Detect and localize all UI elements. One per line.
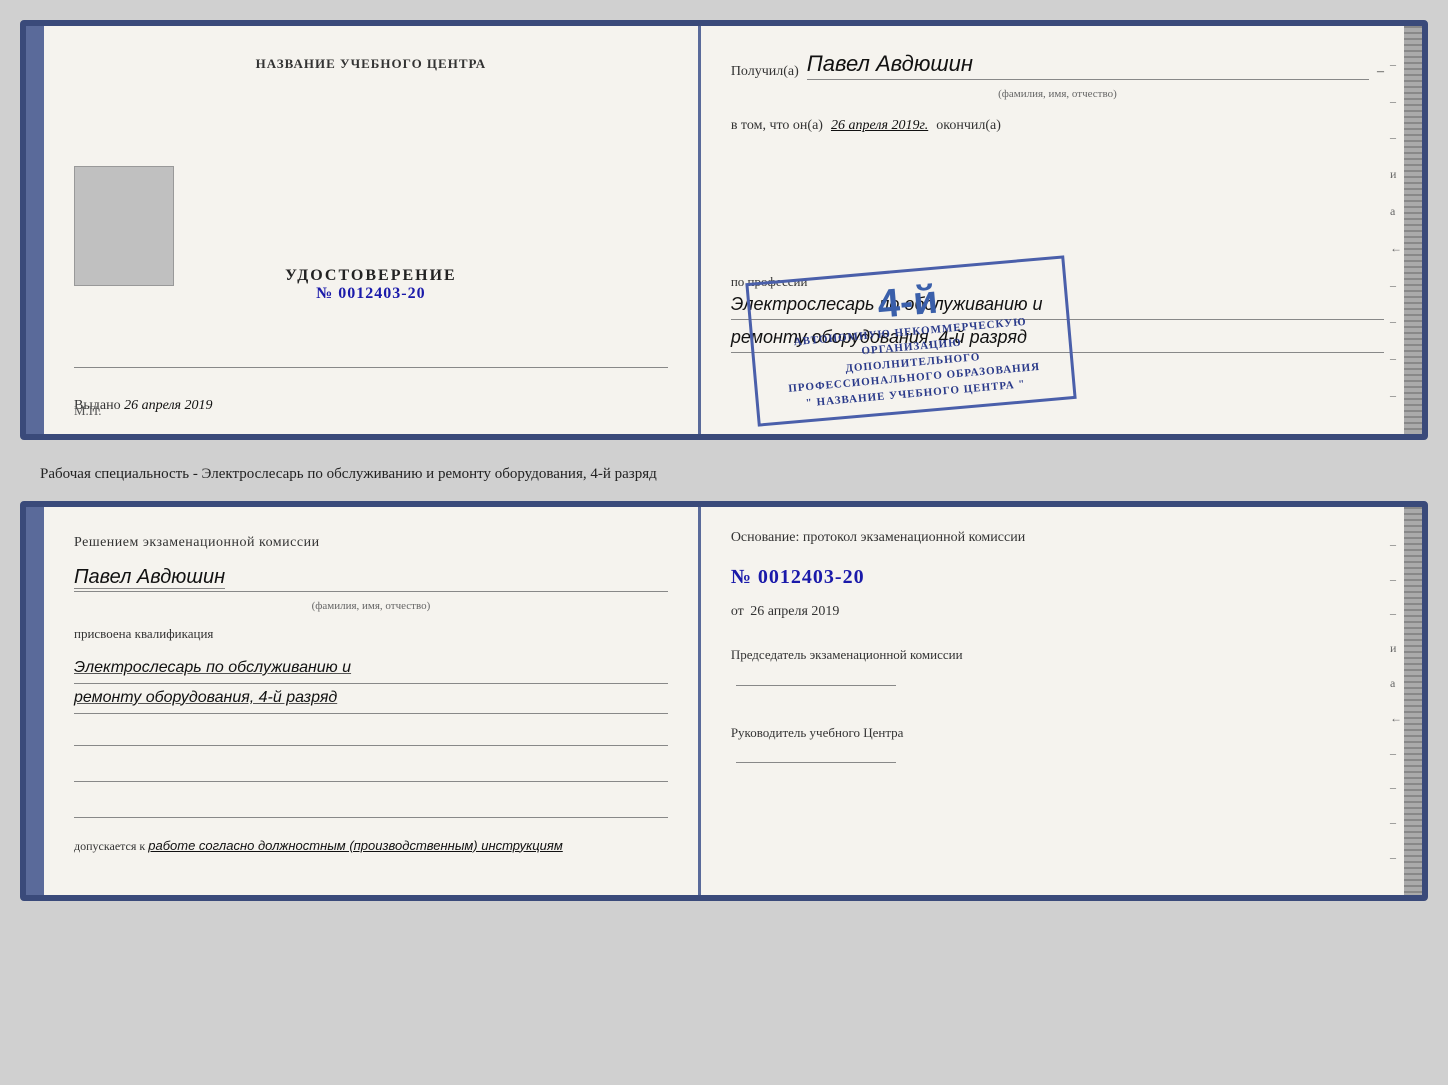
- name-subtitle-top: (фамилия, имя, отчество): [731, 88, 1384, 100]
- recipient-name: Павел Авдюшин: [807, 51, 973, 76]
- in-that-label: в том, что он(а): [731, 118, 823, 134]
- finished-label: окончил(а): [936, 118, 1001, 134]
- protocol-date: от 26 апреля 2019: [731, 604, 1384, 620]
- commission-text: Решением экзаменационной комиссии: [74, 532, 668, 553]
- bottom-name-subtitle: (фамилия, имя, отчество): [74, 600, 668, 612]
- middle-label: Рабочая специальность - Электрослесарь п…: [20, 458, 1428, 483]
- photo-placeholder: [74, 166, 174, 286]
- bottom-left-page: Решением экзаменационной комиссии Павел …: [44, 507, 701, 895]
- top-doc-spine: [26, 26, 44, 434]
- director-section: Руководитель учебного Центра: [731, 723, 1384, 771]
- director-label: Руководитель учебного Центра: [731, 723, 1384, 744]
- stamp-box: 4-й АВТОНОМНУЮ НЕКОММЕРЧЕСКУЮ ОРГАНИЗАЦИ…: [745, 255, 1076, 426]
- mp-label: М.П.: [74, 403, 101, 419]
- protocol-number: № 0012403-20: [731, 566, 1384, 589]
- date-prefix: от: [731, 604, 744, 619]
- director-sig-line: [736, 743, 896, 763]
- finished-date: 26 апреля 2019г.: [831, 118, 928, 134]
- bottom-person-name: Павел Авдюшин: [74, 566, 225, 589]
- qual-line1: Электрослесарь по обслуживанию и: [74, 654, 668, 684]
- bottom-doc-spine: [26, 507, 44, 895]
- allowed-section: допускается к работе согласно должностны…: [74, 838, 668, 854]
- blank-line-1: [74, 726, 668, 746]
- top-left-page: НАЗВАНИЕ УЧЕБНОГО ЦЕНТРА УДОСТОВЕРЕНИЕ №…: [44, 26, 701, 434]
- bottom-document: Решением экзаменационной комиссии Павел …: [20, 501, 1428, 901]
- chairman-section: Председатель экзаменационной комиссии: [731, 645, 1384, 693]
- bottom-right-marks: – – – и а ← – – – –: [1390, 507, 1402, 895]
- allowed-text: работе согласно должностным (производств…: [148, 838, 563, 853]
- cert-issued: Выдано 26 апреля 2019: [74, 398, 668, 414]
- blank-line-3: [74, 798, 668, 818]
- qual-line2: ремонту оборудования, 4-й разряд: [74, 684, 668, 714]
- basis-label: Основание: протокол экзаменационной коми…: [731, 527, 1384, 548]
- top-doc-right-spine: [1404, 26, 1422, 434]
- chairman-label: Председатель экзаменационной комиссии: [731, 645, 1384, 666]
- right-marks-top: – – – и а ← – – – –: [1390, 26, 1402, 434]
- cert-number: № 0012403-20: [285, 285, 457, 303]
- top-document: НАЗВАНИЕ УЧЕБНОГО ЦЕНТРА УДОСТОВЕРЕНИЕ №…: [20, 20, 1428, 440]
- top-right-page: Получил(а) Павел Авдюшин – (фамилия, имя…: [701, 26, 1404, 434]
- cert-title: УДОСТОВЕРЕНИЕ: [285, 267, 457, 285]
- allowed-label: допускается к: [74, 839, 145, 853]
- received-label: Получил(а): [731, 64, 799, 80]
- bottom-doc-right-spine: [1404, 507, 1422, 895]
- left-header: НАЗВАНИЕ УЧЕБНОГО ЦЕНТРА: [256, 56, 487, 72]
- page-wrapper: НАЗВАНИЕ УЧЕБНОГО ЦЕНТРА УДОСТОВЕРЕНИЕ №…: [20, 20, 1428, 901]
- blank-line-2: [74, 762, 668, 782]
- date-value: 26 апреля 2019: [750, 604, 839, 619]
- assigned-label: присвоена квалификация: [74, 626, 668, 642]
- chairman-sig-line: [736, 666, 896, 686]
- bottom-right-page: Основание: протокол экзаменационной коми…: [701, 507, 1404, 895]
